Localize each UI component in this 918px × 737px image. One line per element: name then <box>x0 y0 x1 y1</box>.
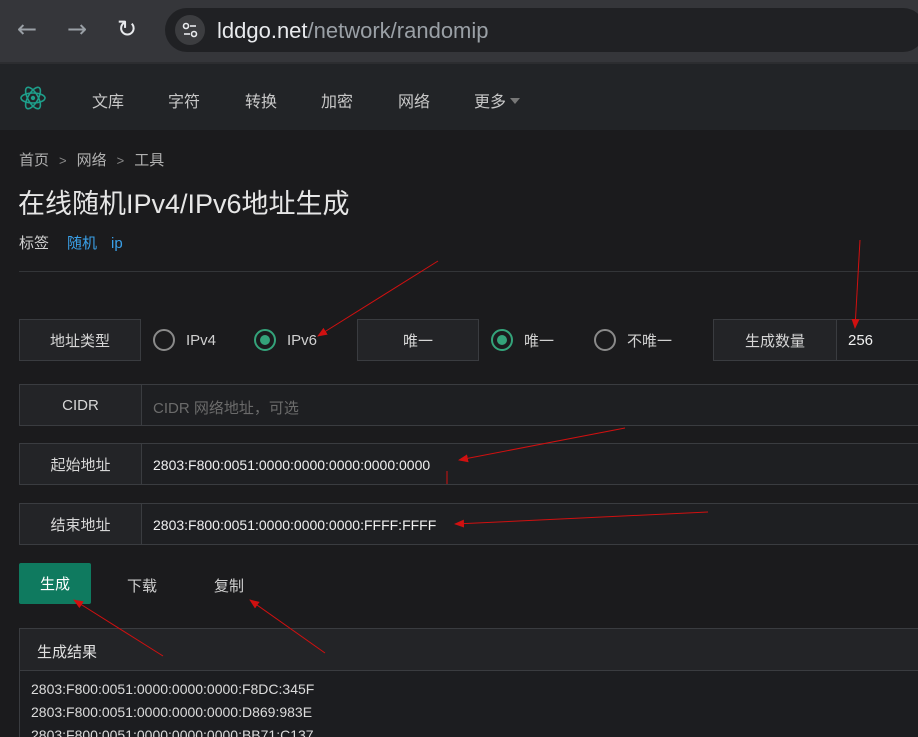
end-address-value: 2803:F800:0051:0000:0000:0000:FFFF:FFFF <box>153 517 437 533</box>
forward-arrow-icon[interactable]: → <box>62 14 92 44</box>
start-address-label: 起始地址 <box>19 443 142 485</box>
start-address-input[interactable]: 2803:F800:0051:0000:0000:0000:0000:0000 <box>141 443 918 485</box>
radio-checked-icon <box>491 329 513 351</box>
tags-row: 标签 随机 ip <box>19 232 137 253</box>
end-address-label: 结束地址 <box>19 503 142 545</box>
nav-item-gengduo-label: 更多 <box>474 94 507 111</box>
result-panel: 生成结果 2803:F800:0051:0000:0000:0000:F8DC:… <box>19 628 918 737</box>
cidr-placeholder: CIDR 网络地址，可选 <box>153 400 299 417</box>
end-address-input[interactable]: 2803:F800:0051:0000:0000:0000:FFFF:FFFF <box>141 503 918 545</box>
address-type-label: 地址类型 <box>19 319 141 361</box>
count-input[interactable]: 256 <box>836 319 918 361</box>
address-bar[interactable]: lddgo.net/network/randomip <box>165 8 918 52</box>
nav-item-gengduo[interactable]: 更多 <box>474 88 521 112</box>
radio-ipv6-label: IPv6 <box>287 331 318 349</box>
result-line: 2803:F800:0051:0000:0000:0000:D869:983E <box>31 704 313 720</box>
url-path: /network/randomip <box>307 18 489 43</box>
breadcrumb-separator: > <box>116 153 125 168</box>
arrow-to-count <box>851 239 861 329</box>
count-label: 生成数量 <box>713 319 837 361</box>
radio-ipv4-label: IPv4 <box>186 331 217 349</box>
download-button[interactable]: 下载 <box>127 575 157 596</box>
nav-item-wangluo[interactable]: 网络 <box>398 88 430 112</box>
browser-toolbar: ← → ↻ lddgo.net/network/randomip <box>0 0 918 62</box>
nav-item-zhuanhuan[interactable]: 转换 <box>245 88 277 112</box>
page-title: 在线随机IPv4/IPv6地址生成 <box>18 189 350 219</box>
result-title: 生成结果 <box>20 629 918 671</box>
radio-not-unique-label: 不唯一 <box>627 332 673 350</box>
generate-button[interactable]: 生成 <box>19 563 91 604</box>
radio-ipv4[interactable]: IPv4 <box>153 329 216 351</box>
result-line: 2803:F800:0051:0000:0000:0000:F8DC:345F <box>31 681 315 697</box>
radio-not-unique[interactable]: 不唯一 <box>594 329 672 351</box>
radio-ipv6[interactable]: IPv6 <box>254 329 317 351</box>
radio-circle-icon <box>153 329 175 351</box>
radio-unique-label: 唯一 <box>524 332 555 350</box>
start-address-value: 2803:F800:0051:0000:0000:0000:0000:0000 <box>153 457 431 473</box>
site-navbar: 文库 字符 转换 加密 网络 更多 <box>0 64 918 130</box>
tag-ip[interactable]: ip <box>111 235 123 252</box>
breadcrumb: 首页 > 网络 > 工具 <box>19 149 164 170</box>
breadcrumb-home[interactable]: 首页 <box>19 152 49 169</box>
reload-icon[interactable]: ↻ <box>112 14 142 44</box>
cidr-label: CIDR <box>19 384 142 426</box>
radio-checked-icon <box>254 329 276 351</box>
caret-down-icon <box>510 97 521 104</box>
copy-button[interactable]: 复制 <box>214 575 244 596</box>
breadcrumb-tools[interactable]: 工具 <box>134 152 164 169</box>
site-info-icon[interactable] <box>175 15 205 45</box>
atom-logo-icon[interactable] <box>18 83 48 113</box>
breadcrumb-separator: > <box>59 153 67 168</box>
back-arrow-icon[interactable]: ← <box>12 14 42 44</box>
nav-item-zifu[interactable]: 字符 <box>168 88 200 112</box>
radio-unique[interactable]: 唯一 <box>491 329 554 351</box>
unique-label: 唯一 <box>357 319 479 361</box>
result-line: 2803:F800:0051:0000:0000:0000:BB71:C137 <box>31 727 314 737</box>
url-host: lddgo.net <box>217 18 308 43</box>
url-text[interactable]: lddgo.net/network/randomip <box>217 18 489 44</box>
breadcrumb-network[interactable]: 网络 <box>77 152 107 169</box>
cidr-input[interactable]: CIDR 网络地址，可选 <box>141 384 918 426</box>
section-divider <box>19 271 918 272</box>
nav-item-jiami[interactable]: 加密 <box>321 88 353 112</box>
tags-label: 标签 <box>19 235 50 252</box>
count-input-value: 256 <box>848 332 874 349</box>
radio-circle-icon <box>594 329 616 351</box>
nav-item-wenku[interactable]: 文库 <box>92 88 124 112</box>
tag-random[interactable]: 随机 <box>67 235 97 252</box>
